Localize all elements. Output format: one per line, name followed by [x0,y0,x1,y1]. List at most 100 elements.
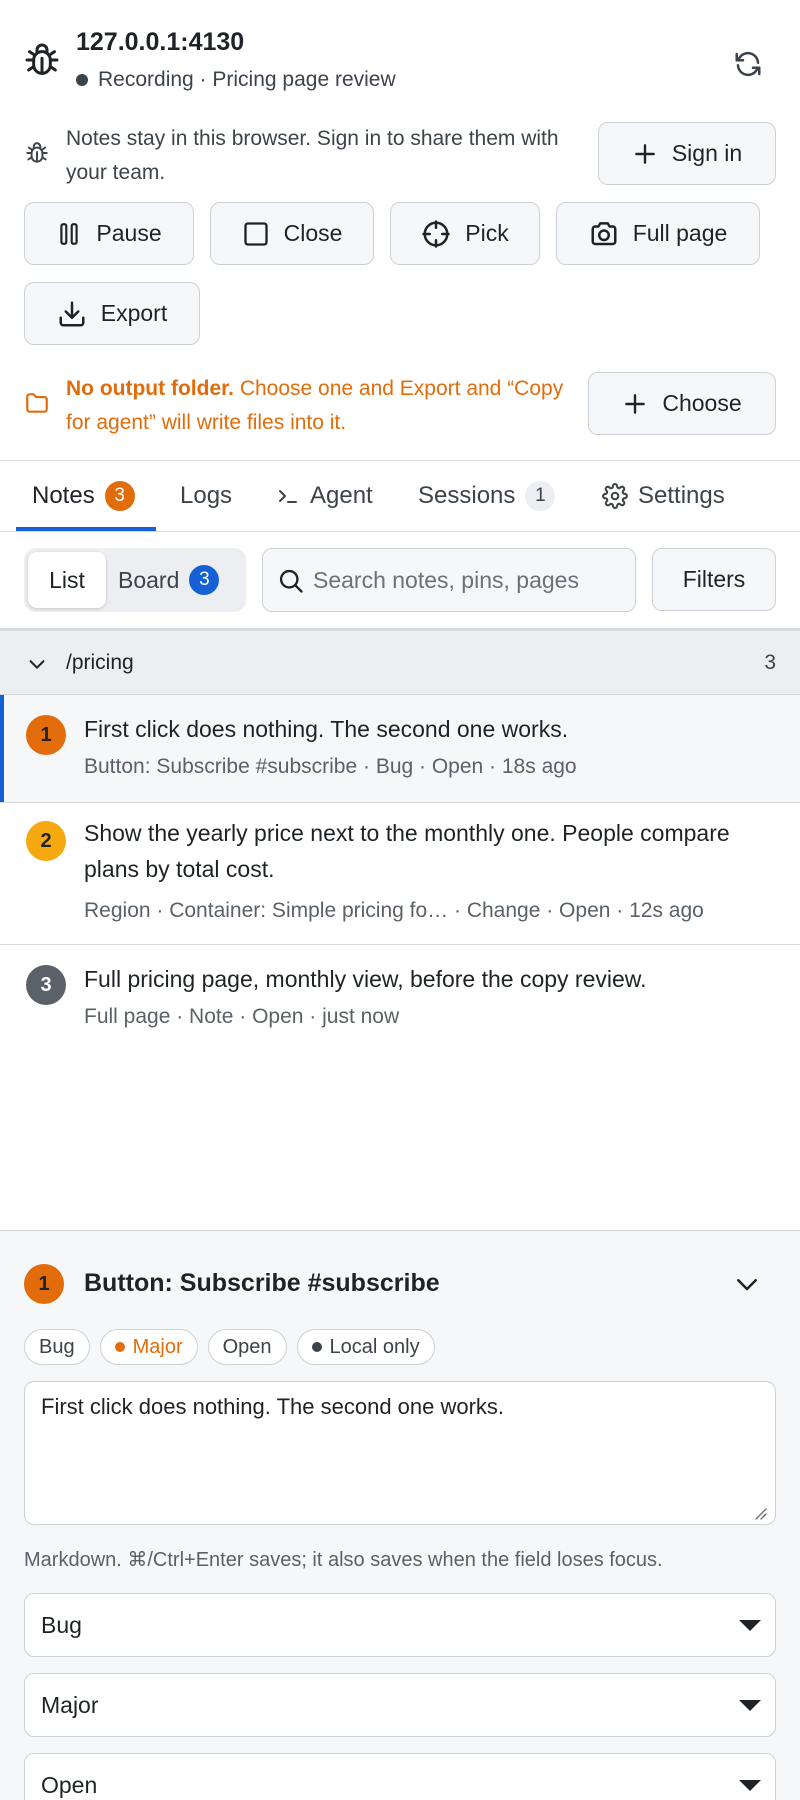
note-item[interactable]: 3 Full pricing page, monthly view, befor… [0,945,800,1050]
page-group-header[interactable]: /pricing 3 [0,628,800,695]
export-button[interactable]: Export [24,282,200,345]
list-view-button[interactable]: List [28,552,106,608]
markdown-hint: Markdown. ⌘/Ctrl+Enter saves; it also sa… [24,1549,663,1571]
severity-chip-label: Major [132,1335,183,1358]
refresh-icon [735,51,761,77]
group-count: 3 [764,651,776,674]
plus-icon [625,393,646,414]
search-icon [279,569,303,593]
recording-dot [76,74,88,86]
full-page-label: Full page [632,220,728,246]
warning-text: No output folder. Choose one and Export … [66,372,566,440]
tab-notes[interactable]: Notes 3 [32,461,135,531]
note-body-textarea[interactable]: First click does nothing. The second one… [24,1381,776,1525]
sign-in-button[interactable]: Sign in [598,122,776,185]
refresh-button[interactable] [728,44,768,84]
sign-in-label: Sign in [671,140,743,166]
type-select-value: Bug [41,1611,82,1638]
tab-logs[interactable]: Logs [180,461,232,531]
host-title: 127.0.0.1:4130 [76,28,245,56]
note-detail-panel: 1 Button: Subscribe #subscribe Bug Major… [0,1230,800,1800]
close-button[interactable]: Close [210,202,374,265]
detail-pin: 1 [24,1264,64,1304]
status-select[interactable]: Open [24,1753,776,1800]
group-path: /pricing [66,651,134,674]
sessions-count-badge: 1 [525,481,556,511]
severity-select[interactable]: Major [24,1673,776,1737]
filters-button[interactable]: Filters [652,548,776,611]
board-count-badge: 3 [189,565,220,595]
full-page-button[interactable]: Full page [556,202,760,265]
choose-label: Choose [662,390,742,416]
tab-settings-label: Settings [638,482,725,509]
status-select-value: Open [41,1771,98,1798]
bug-icon [24,140,50,166]
type-select[interactable]: Bug [24,1593,776,1657]
note-text: First click does nothing. The second one… [84,716,569,742]
chevron-down-icon [737,1279,757,1291]
bug-icon [22,40,62,80]
scope-chip-label: Local only [329,1335,420,1358]
camera-icon [591,221,617,245]
collapse-button[interactable] [732,1269,762,1299]
severity-select-value: Major [41,1691,99,1718]
pause-icon [60,222,79,245]
active-tab-indicator [16,527,156,531]
note-text: Show the yearly price next to the monthl… [84,820,730,882]
detail-title: Button: Subscribe #subscribe [84,1269,440,1297]
tab-sessions[interactable]: Sessions 1 [418,461,556,531]
tab-bar: Notes 3 Logs Agent Sessions 1 Settings [0,460,800,532]
recording-label: Recording · Pricing page review [98,68,396,91]
board-label: Board [118,566,180,593]
note-pin: 3 [26,965,66,1005]
scope-chip: Local only [296,1329,435,1365]
plus-icon [634,143,655,164]
notes-count-badge: 3 [104,481,135,511]
search-box [262,548,636,612]
note-meta: Full page · Note · Open · just now [84,1005,400,1028]
filters-label: Filters [682,566,746,592]
tab-agent-label: Agent [310,482,373,509]
severity-chip: Major [99,1329,198,1365]
pick-button[interactable]: Pick [390,202,540,265]
pause-label: Pause [96,220,162,246]
severity-dot [114,1342,125,1352]
note-pin: 1 [26,715,66,755]
status-chip: Open [207,1329,287,1365]
note-meta: Button: Subscribe #subscribe · Bug · Ope… [84,755,577,778]
tab-settings[interactable]: Settings [602,461,725,531]
close-label: Close [283,220,343,246]
header: 127.0.0.1:4130 Recording · Pricing page … [0,0,800,112]
chevron-down-icon [26,653,48,675]
board-view-button[interactable]: Board 3 [118,552,220,608]
caret-down-icon [739,1780,761,1791]
terminal-icon [279,490,297,503]
caret-down-icon [739,1620,761,1631]
detail-chips: Bug Major Open Local only [24,1329,435,1365]
search-input[interactable] [313,559,625,601]
caret-down-icon [739,1700,761,1711]
tab-agent[interactable]: Agent [276,461,373,531]
folder-icon [24,390,50,416]
tab-logs-label: Logs [180,482,233,509]
scope-dot [311,1342,322,1352]
recording-status: Recording · Pricing page review [76,68,396,92]
note-item[interactable]: 2 Show the yearly price next to the mont… [0,803,800,945]
pick-label: Pick [465,220,509,246]
warning-bold: No output folder. [66,377,234,400]
note-pin: 2 [26,821,66,861]
tab-notes-label: Notes [32,482,95,509]
note-meta: Region · Container: Simple pricing fo… ·… [84,899,704,922]
tab-sessions-label: Sessions [418,482,516,509]
export-label: Export [100,300,168,326]
type-chip: Bug [24,1329,90,1365]
note-item[interactable]: 1 First click does nothing. The second o… [0,695,800,803]
note-text: Full pricing page, monthly view, before … [84,966,647,992]
download-icon [59,301,85,326]
pause-button[interactable]: Pause [24,202,194,265]
view-toggle: List Board 3 [24,548,246,612]
notice-text: Notes stay in this browser. Sign in to s… [66,127,559,184]
choose-folder-button[interactable]: Choose [588,372,776,435]
square-icon [243,221,268,246]
resize-handle-icon[interactable] [752,1505,768,1521]
